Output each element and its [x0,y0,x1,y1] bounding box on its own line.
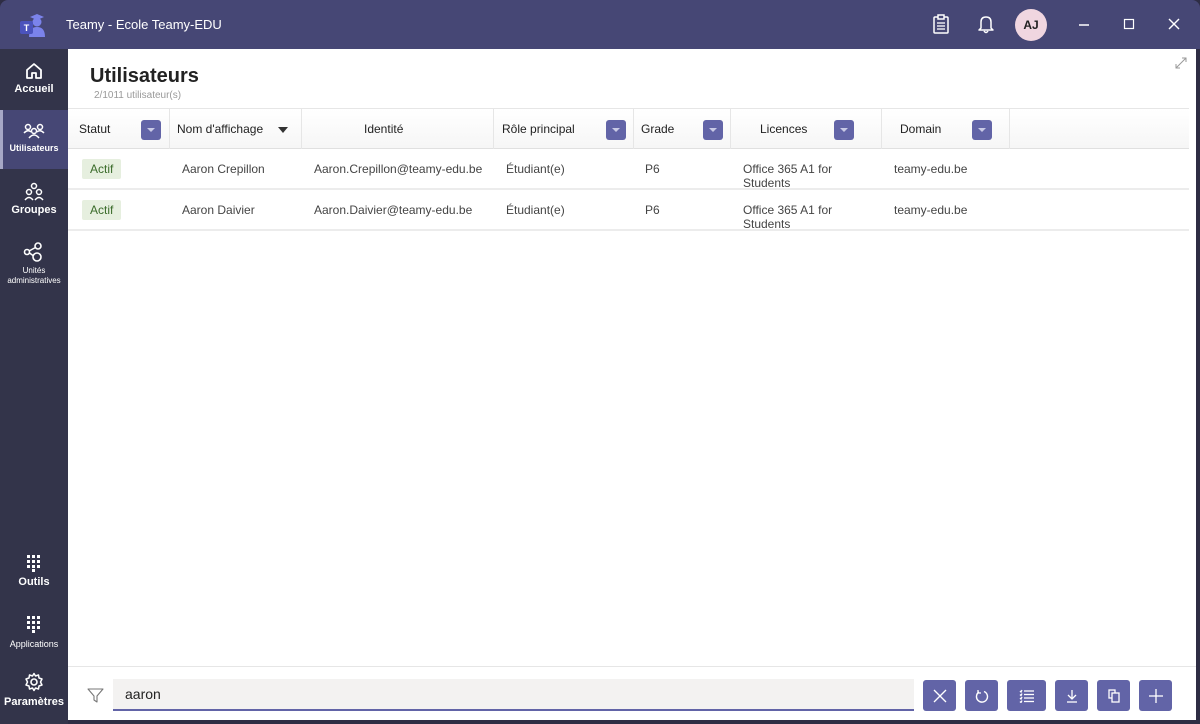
sidebar-item-applications[interactable]: Applications [0,615,68,649]
sidebar-item-label: Outils [18,576,50,588]
domain: teamy-edu.be [894,203,968,217]
users-icon [23,123,45,139]
page-title: Utilisateurs [90,65,199,87]
search-input[interactable] [113,679,914,711]
role-filter-button[interactable] [606,120,626,140]
sidebar-item-unites-administratives[interactable]: Unités administratives [0,241,68,286]
column-header-identite[interactable]: Identité [302,109,494,149]
clear-icon [933,689,946,702]
column-header-licences[interactable]: Licences [731,109,882,149]
status-badge: Actif [82,200,122,220]
sidebar-item-label: Unités administratives [7,266,61,285]
column-header-domain[interactable]: Domain [882,109,1010,149]
sidebar-item-parametres[interactable]: Paramètres [0,672,68,708]
licence: Office 365 A1 for Students [743,162,833,190]
clear-button[interactable] [923,680,956,711]
table-header: Statut Nom d'affichage Identité Rôle pri… [68,108,1189,149]
column-header-statut[interactable]: Statut [68,109,170,149]
status-badge: Actif [82,159,122,179]
identity: Aaron.Daivier@teamy-edu.be [314,203,473,217]
admin-units-icon [23,242,42,262]
column-header-role[interactable]: Rôle principal [494,109,634,149]
table-row[interactable]: Actif Aaron Daivier Aaron.Daivier@teamy-… [68,190,1189,231]
sidebar-item-groupes[interactable]: Groupes [0,182,68,216]
sidebar-item-label: Accueil [14,83,54,95]
checklist-icon [1019,689,1034,703]
sidebar-item-label: Utilisateurs [9,143,59,153]
licences-filter-button[interactable] [834,120,854,140]
refresh-button[interactable] [965,680,998,711]
add-button[interactable] [1139,680,1172,711]
sidebar-item-label: Groupes [11,204,57,216]
svg-text:T: T [24,23,30,33]
app-title: Teamy - Ecole Teamy-EDU [66,17,222,32]
display-name: Aaron Daivier [182,203,255,217]
filter-icon [87,688,104,703]
domain-filter-button[interactable] [972,120,992,140]
grid-icon [27,555,40,572]
add-icon [1148,688,1163,703]
grade: P6 [645,203,660,217]
role: Étudiant(e) [506,203,565,217]
expand-icon[interactable] [1174,56,1188,70]
table-row[interactable]: Actif Aaron Crepillon Aaron.Crepillon@te… [68,149,1189,190]
domain: teamy-edu.be [894,162,968,176]
users-table: Statut Nom d'affichage Identité Rôle pri… [68,108,1189,231]
bell-icon[interactable] [974,12,998,36]
gear-icon [25,672,43,692]
close-icon[interactable] [1162,12,1186,36]
avatar[interactable]: AJ [1015,9,1047,41]
sidebar-item-accueil[interactable]: Accueil [0,61,68,95]
checklist-button[interactable] [1007,680,1046,711]
statut-filter-button[interactable] [141,120,161,140]
grade: P6 [645,162,660,176]
licence: Office 365 A1 for Students [743,203,833,231]
role: Étudiant(e) [506,162,565,176]
sidebar-item-label: Applications [9,639,59,649]
sort-desc-icon[interactable] [278,127,288,133]
minimize-icon[interactable] [1072,12,1096,36]
groups-icon [24,182,44,201]
refresh-icon [975,689,988,703]
grade-filter-button[interactable] [703,120,723,140]
title-bar: T Teamy - Ecole Teamy-EDU AJ [0,0,1200,49]
maximize-icon[interactable] [1117,12,1141,36]
copy-icon [1107,688,1120,703]
teamy-logo-icon: T [20,14,45,37]
sidebar-item-utilisateurs[interactable]: Utilisateurs [0,110,68,169]
sidebar-item-outils[interactable]: Outils [0,554,68,588]
search-bar [68,666,1196,720]
copy-button[interactable] [1097,680,1130,711]
column-header-nom[interactable]: Nom d'affichage [170,109,302,149]
grid-icon [27,616,40,633]
sidebar: Accueil Utilisateurs Groupes Unités admi… [0,49,68,724]
main-content: Utilisateurs 2/1011 utilisateur(s) Statu… [68,49,1196,720]
column-header-grade[interactable]: Grade [634,109,731,149]
sidebar-item-label: Paramètres [4,696,64,708]
home-icon [26,63,42,79]
display-name: Aaron Crepillon [182,162,265,176]
download-button[interactable] [1055,680,1088,711]
identity: Aaron.Crepillon@teamy-edu.be [314,162,483,176]
user-count: 2/1011 utilisateur(s) [94,90,182,101]
download-icon [1066,689,1077,703]
clipboard-icon[interactable] [929,12,953,36]
